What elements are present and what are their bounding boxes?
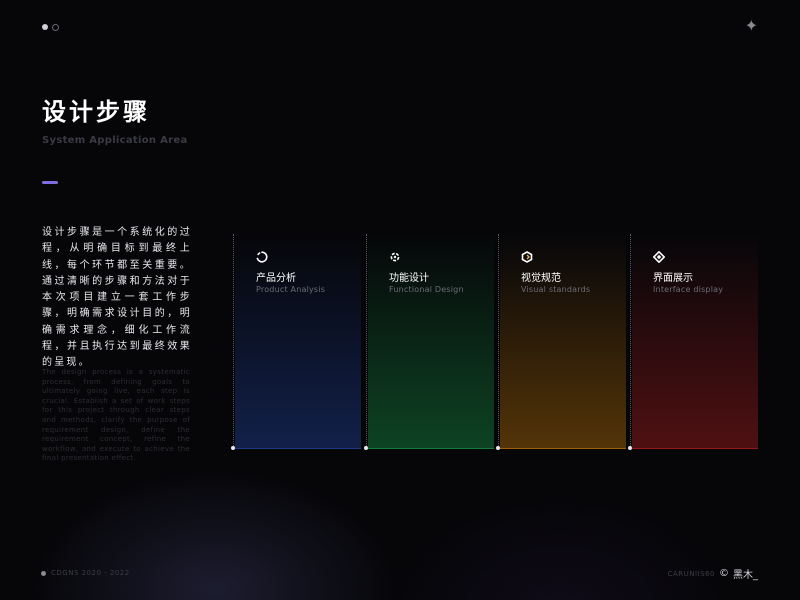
footer-left-text: CDGNS 2020 - 2022 xyxy=(51,569,130,577)
step-title: 视觉规范 xyxy=(521,273,561,284)
author-name: 黑木_ xyxy=(733,570,758,581)
footer-right: CARUNIIS60 © 黑木_ xyxy=(668,566,758,581)
diamond-icon xyxy=(653,251,665,263)
step-card-product-analysis[interactable]: 产品分析 Product Analysis xyxy=(235,234,361,449)
step-title: 产品分析 xyxy=(256,273,296,284)
hexagon-icon xyxy=(521,251,533,263)
card-bottom-line xyxy=(632,448,758,449)
slide: ✦ 设计步骤 System Application Area 设计步骤是一个系统… xyxy=(0,0,800,600)
accent-bar xyxy=(42,181,58,184)
description-zh: 设计步骤是一个系统化的过程，从明确目标到最终上线，每个环节都至关重要。通过清晰的… xyxy=(42,227,192,369)
card-bottom-line xyxy=(368,448,494,449)
step-title: 界面展示 xyxy=(653,273,693,284)
step-divider xyxy=(630,234,631,448)
card-bottom-line xyxy=(500,448,626,449)
step-title: 功能设计 xyxy=(389,273,429,284)
step-divider xyxy=(498,234,499,448)
sparkle-icon: ✦ xyxy=(744,16,758,35)
step-card-functional-design[interactable]: 功能设计 Functional Design xyxy=(368,234,494,449)
step-divider xyxy=(366,234,367,448)
page-indicator[interactable] xyxy=(42,24,59,31)
step-subtitle: Product Analysis xyxy=(256,285,326,294)
footer-dot xyxy=(41,570,46,576)
gear-icon xyxy=(390,252,400,262)
footer-left: CDGNS 2020 - 2022 xyxy=(41,569,130,577)
page-dot[interactable] xyxy=(52,24,59,31)
page-title: 设计步骤 xyxy=(42,98,150,126)
page-dot-active[interactable] xyxy=(42,24,48,30)
step-card-interface-display[interactable]: 界面展示 Interface display xyxy=(632,234,758,449)
copyright-icon: © xyxy=(719,568,729,579)
circle-arc-icon xyxy=(256,251,268,263)
step-divider xyxy=(233,234,234,448)
card-bottom-line xyxy=(235,448,361,449)
footer-right-text: CARUNIIS60 xyxy=(667,569,715,578)
step-subtitle: Functional Design xyxy=(389,285,464,294)
step-card-visual-standards[interactable]: 视觉规范 Visual standards xyxy=(500,234,626,449)
step-subtitle: Interface display xyxy=(653,285,724,294)
step-subtitle: Visual standards xyxy=(521,285,591,294)
page-subtitle: System Application Area xyxy=(42,135,188,146)
description-en: The design process is a systematic proce… xyxy=(42,368,190,463)
